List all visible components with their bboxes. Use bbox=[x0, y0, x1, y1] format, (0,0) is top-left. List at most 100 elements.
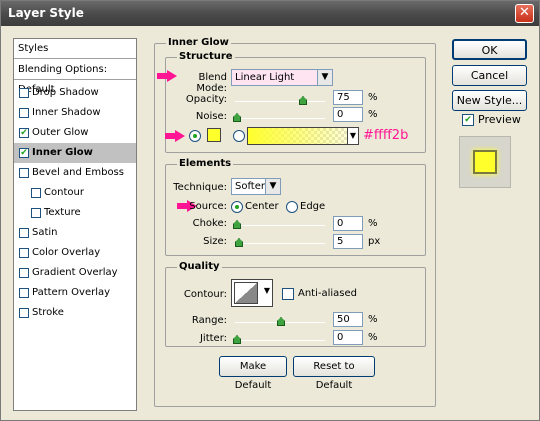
style-item-label: Satin bbox=[32, 227, 58, 238]
source-label: Source: bbox=[189, 201, 227, 212]
color-overlay-checkbox[interactable] bbox=[19, 248, 29, 258]
style-item-label: Bevel and Emboss bbox=[32, 167, 124, 178]
choke-slider-track[interactable] bbox=[235, 225, 325, 226]
range-unit: % bbox=[368, 314, 378, 325]
technique-label: Technique: bbox=[173, 182, 227, 193]
elements-title: Elements bbox=[177, 158, 234, 169]
jitter-label: Jitter: bbox=[199, 333, 227, 344]
close-button[interactable]: ✕ bbox=[515, 4, 534, 23]
choke-unit: % bbox=[368, 218, 378, 229]
gradient-radio[interactable] bbox=[233, 130, 245, 142]
source-center-label: Center bbox=[245, 201, 279, 212]
pattern-overlay-checkbox[interactable] bbox=[19, 288, 29, 298]
solid-color-radio[interactable] bbox=[189, 130, 201, 142]
blend-mode-value: Linear Light bbox=[235, 72, 295, 83]
style-item-label: Inner Shadow bbox=[32, 107, 101, 118]
range-label: Range: bbox=[191, 315, 227, 326]
preview-checkbox[interactable]: ✔ bbox=[462, 114, 474, 126]
style-item-outer-glow[interactable]: ✔ Outer Glow bbox=[14, 123, 136, 143]
noise-input[interactable]: 0 bbox=[333, 107, 363, 122]
style-item-satin[interactable]: Satin bbox=[14, 223, 136, 243]
opacity-input[interactable]: 75 bbox=[333, 90, 363, 105]
preview-label: Preview bbox=[478, 113, 521, 126]
inner-shadow-checkbox[interactable] bbox=[19, 108, 29, 118]
preview-swatch bbox=[473, 150, 497, 174]
make-default-button[interactable]: Make Default bbox=[219, 356, 287, 391]
choke-label: Choke: bbox=[192, 218, 227, 229]
technique-value: Softer bbox=[235, 181, 265, 192]
opacity-slider-track[interactable] bbox=[235, 101, 325, 102]
style-item-label: Texture bbox=[44, 207, 81, 218]
inner-glow-title: Inner Glow bbox=[166, 37, 231, 48]
noise-label: Noise: bbox=[195, 111, 227, 122]
blend-mode-select[interactable]: Linear Light ▼ bbox=[231, 69, 333, 86]
bevel-emboss-checkbox[interactable] bbox=[19, 168, 29, 178]
size-input[interactable]: 5 bbox=[333, 234, 363, 249]
chevron-down-icon: ▼ bbox=[317, 70, 332, 85]
glow-color-swatch[interactable] bbox=[207, 128, 221, 142]
close-icon: ✕ bbox=[519, 5, 530, 20]
new-style-button[interactable]: New Style... bbox=[452, 90, 527, 111]
style-item-stroke[interactable]: Stroke bbox=[14, 303, 136, 323]
noise-unit: % bbox=[368, 109, 378, 120]
style-item-inner-shadow[interactable]: Inner Shadow bbox=[14, 103, 136, 123]
styles-header[interactable]: Styles bbox=[14, 39, 136, 59]
anti-aliased-label: Anti-aliased bbox=[298, 288, 358, 299]
satin-checkbox[interactable] bbox=[19, 228, 29, 238]
inner-glow-checkbox[interactable]: ✔ bbox=[19, 148, 29, 158]
chevron-down-icon: ▼ bbox=[347, 128, 358, 144]
layer-style-dialog: Layer Style ✕ Styles Blending Options: D… bbox=[0, 0, 540, 421]
outer-glow-checkbox[interactable]: ✔ bbox=[19, 128, 29, 138]
reset-default-button[interactable]: Reset to Default bbox=[293, 356, 375, 391]
structure-title: Structure bbox=[177, 51, 235, 62]
style-item-label: Stroke bbox=[32, 307, 64, 318]
opacity-label: Opacity: bbox=[185, 94, 227, 105]
style-item-color-overlay[interactable]: Color Overlay bbox=[14, 243, 136, 263]
noise-slider-track[interactable] bbox=[235, 118, 325, 119]
source-edge-radio[interactable] bbox=[286, 201, 298, 213]
source-center-radio[interactable] bbox=[231, 201, 243, 213]
style-item-gradient-overlay[interactable]: Gradient Overlay bbox=[14, 263, 136, 283]
cancel-button[interactable]: Cancel bbox=[452, 65, 527, 86]
texture-checkbox[interactable] bbox=[31, 208, 41, 218]
window-title: Layer Style bbox=[8, 6, 84, 20]
style-item-label: Contour bbox=[44, 187, 84, 198]
contour-picker[interactable]: ▼ bbox=[231, 279, 273, 307]
chevron-down-icon: ▼ bbox=[265, 179, 280, 194]
anti-aliased-checkbox[interactable] bbox=[282, 288, 294, 300]
gradient-picker[interactable]: ▼ bbox=[247, 127, 359, 145]
style-item-pattern-overlay[interactable]: Pattern Overlay bbox=[14, 283, 136, 303]
style-item-texture[interactable]: Texture bbox=[14, 203, 136, 223]
range-input[interactable]: 50 bbox=[333, 312, 363, 327]
jitter-slider-track[interactable] bbox=[235, 340, 325, 341]
style-item-drop-shadow[interactable]: Drop Shadow bbox=[14, 83, 136, 103]
style-item-label: Drop Shadow bbox=[32, 87, 99, 98]
technique-select[interactable]: Softer ▼ bbox=[231, 178, 281, 195]
style-item-inner-glow[interactable]: ✔ Inner Glow bbox=[14, 143, 136, 163]
style-item-label: Inner Glow bbox=[32, 147, 93, 158]
stroke-checkbox[interactable] bbox=[19, 308, 29, 318]
style-item-contour[interactable]: Contour bbox=[14, 183, 136, 203]
jitter-input[interactable]: 0 bbox=[333, 330, 363, 345]
ok-button[interactable]: OK bbox=[452, 39, 527, 60]
preview-box bbox=[459, 136, 511, 188]
jitter-unit: % bbox=[368, 332, 378, 343]
size-label: Size: bbox=[203, 236, 227, 247]
style-item-label: Pattern Overlay bbox=[32, 287, 111, 298]
style-item-label: Outer Glow bbox=[32, 127, 89, 138]
blend-mode-label: Blend Mode: bbox=[196, 72, 227, 94]
drop-shadow-checkbox[interactable] bbox=[19, 88, 29, 98]
chevron-down-icon: ▼ bbox=[263, 286, 270, 295]
contour-label: Contour: bbox=[183, 289, 227, 300]
contour-checkbox[interactable] bbox=[31, 188, 41, 198]
title-bar[interactable]: Layer Style ✕ bbox=[1, 1, 539, 26]
source-edge-label: Edge bbox=[300, 201, 326, 212]
size-unit: px bbox=[368, 236, 381, 247]
contour-preview-icon bbox=[234, 282, 258, 304]
blending-options-item[interactable]: Blending Options: Default bbox=[14, 60, 136, 95]
size-slider-track[interactable] bbox=[235, 243, 325, 244]
gradient-overlay-checkbox[interactable] bbox=[19, 268, 29, 278]
choke-input[interactable]: 0 bbox=[333, 216, 363, 231]
opacity-unit: % bbox=[368, 92, 378, 103]
style-item-bevel-emboss[interactable]: Bevel and Emboss bbox=[14, 163, 136, 183]
